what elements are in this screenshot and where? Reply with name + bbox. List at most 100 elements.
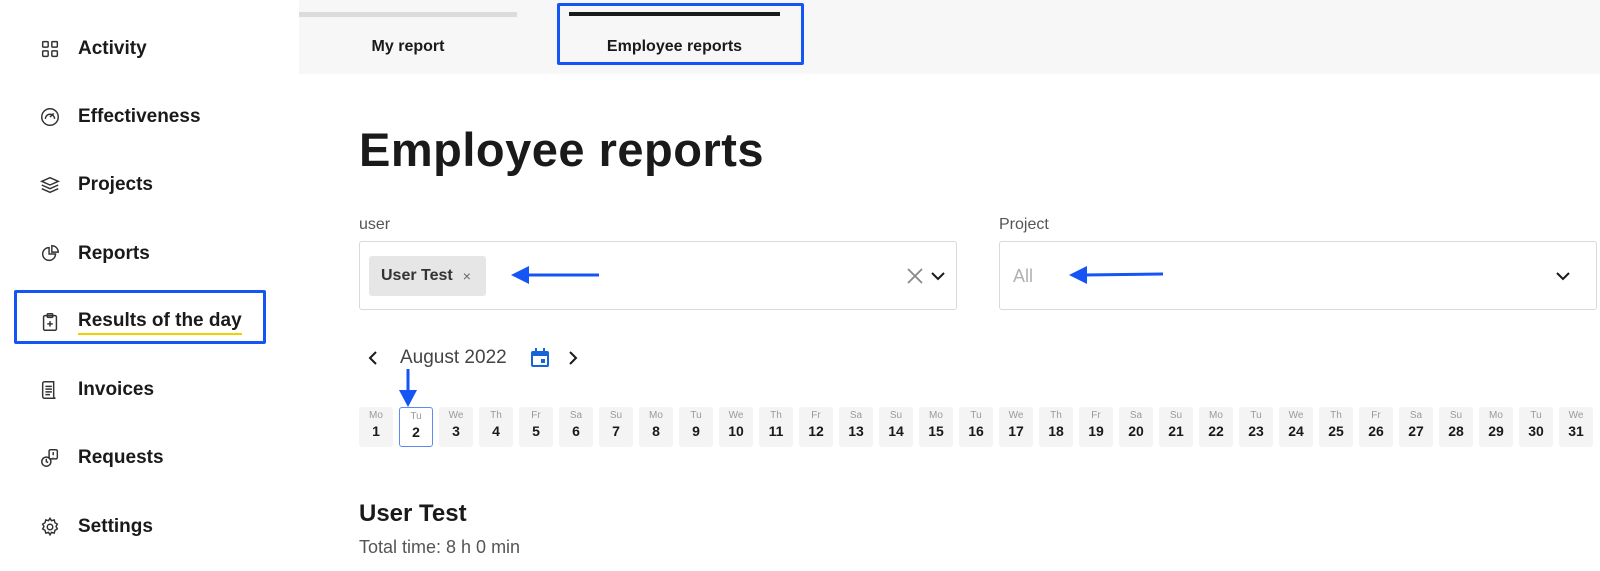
day-cell[interactable]: Th 11 xyxy=(759,407,793,447)
weekday-label: Mo xyxy=(929,410,943,421)
day-cell[interactable]: Fr 5 xyxy=(519,407,553,447)
gear-icon xyxy=(38,515,62,539)
day-cell[interactable]: Sa 13 xyxy=(839,407,873,447)
day-cell[interactable]: Th 25 xyxy=(1319,407,1353,447)
weekday-label: Fr xyxy=(1091,410,1101,421)
day-cell[interactable]: Sa 27 xyxy=(1399,407,1433,447)
day-cell[interactable]: Tu 30 xyxy=(1519,407,1553,447)
weekday-label: Su xyxy=(1169,410,1183,421)
day-cell[interactable]: Mo 15 xyxy=(919,407,953,447)
sidebar-item-label: Projects xyxy=(78,174,153,195)
day-number: 16 xyxy=(968,423,984,439)
receipt-icon xyxy=(38,378,62,402)
day-cell[interactable]: Mo 8 xyxy=(639,407,673,447)
day-cell[interactable]: Fr 12 xyxy=(799,407,833,447)
sidebar-item-label: Activity xyxy=(78,38,147,59)
day-number: 8 xyxy=(652,423,660,439)
weekday-label: Fr xyxy=(811,410,821,421)
day-number: 31 xyxy=(1568,423,1584,439)
sidebar-item-reports[interactable]: Reports xyxy=(38,234,150,274)
project-select[interactable]: All xyxy=(999,241,1597,310)
day-cell[interactable]: Fr 26 xyxy=(1359,407,1393,447)
user-chip: User Test × xyxy=(369,256,486,296)
weekday-label: Tu xyxy=(970,410,982,421)
day-number: 24 xyxy=(1288,423,1304,439)
day-cell[interactable]: Su 28 xyxy=(1439,407,1473,447)
day-number: 7 xyxy=(612,423,620,439)
day-cell[interactable]: Mo 29 xyxy=(1479,407,1513,447)
day-cell[interactable]: We 10 xyxy=(719,407,753,447)
weekday-label: We xyxy=(1288,410,1304,421)
chevron-down-icon[interactable] xyxy=(1555,268,1571,284)
day-cell[interactable]: Su 7 xyxy=(599,407,633,447)
day-number: 4 xyxy=(492,423,500,439)
day-cell[interactable]: Su 14 xyxy=(879,407,913,447)
chip-remove-icon[interactable]: × xyxy=(463,268,471,284)
weekday-label: Tu xyxy=(690,410,702,421)
report-user-name: User Test xyxy=(359,500,467,527)
day-number: 12 xyxy=(808,423,824,439)
day-cell[interactable]: We 3 xyxy=(439,407,473,447)
clipboard-icon xyxy=(38,310,62,334)
day-number: 17 xyxy=(1008,423,1024,439)
day-number: 1 xyxy=(372,423,380,439)
day-number: 14 xyxy=(888,423,904,439)
day-cell[interactable]: We 24 xyxy=(1279,407,1313,447)
day-cell[interactable]: Sa 20 xyxy=(1119,407,1153,447)
day-number: 18 xyxy=(1048,423,1064,439)
project-field-label: Project xyxy=(999,216,1049,233)
sidebar-item-activity[interactable]: Activity xyxy=(38,29,147,69)
day-cell[interactable]: We 31 xyxy=(1559,407,1593,447)
user-field-label: user xyxy=(359,216,391,233)
sidebar-item-results-of-the-day[interactable]: Results of the day xyxy=(38,302,242,342)
day-cell[interactable]: Tu 9 xyxy=(679,407,713,447)
tab-label: Employee reports xyxy=(606,38,743,55)
weekday-label: Su xyxy=(1449,410,1463,421)
weekday-label: Th xyxy=(1050,410,1062,421)
day-cell[interactable]: Su 21 xyxy=(1159,407,1193,447)
weekday-label: Su xyxy=(609,410,623,421)
prev-month-button[interactable] xyxy=(361,346,385,370)
sidebar-item-label: Settings xyxy=(78,516,153,537)
calendar-button[interactable] xyxy=(528,346,552,370)
day-number: 13 xyxy=(848,423,864,439)
grid-icon xyxy=(38,37,62,61)
day-cell[interactable]: Tu 2 xyxy=(399,407,433,447)
day-cell[interactable]: Mo 22 xyxy=(1199,407,1233,447)
day-cell[interactable]: Th 18 xyxy=(1039,407,1073,447)
next-month-button[interactable] xyxy=(561,346,585,370)
day-number: 19 xyxy=(1088,423,1104,439)
chevron-down-icon[interactable] xyxy=(930,268,946,284)
day-number: 15 xyxy=(928,423,944,439)
sidebar-item-invoices[interactable]: Invoices xyxy=(38,370,154,410)
sidebar-item-projects[interactable]: Projects xyxy=(38,165,153,205)
day-number: 30 xyxy=(1528,423,1544,439)
weekday-label: Tu xyxy=(1250,410,1262,421)
day-cell[interactable]: Sa 6 xyxy=(559,407,593,447)
tab-label: My report xyxy=(371,38,445,55)
weekday-label: Fr xyxy=(531,410,541,421)
tab-my-report[interactable]: My report xyxy=(299,0,517,74)
gauge-icon xyxy=(38,105,62,129)
calendar-icon xyxy=(531,348,549,367)
day-cell[interactable]: Mo 1 xyxy=(359,407,393,447)
sidebar-item-requests[interactable]: Requests xyxy=(38,438,164,478)
weekday-label: Sa xyxy=(1409,410,1423,421)
day-cell[interactable]: Tu 23 xyxy=(1239,407,1273,447)
day-number: 3 xyxy=(452,423,460,439)
day-cell[interactable]: Fr 19 xyxy=(1079,407,1113,447)
day-number: 29 xyxy=(1488,423,1504,439)
day-cell[interactable]: Th 4 xyxy=(479,407,513,447)
day-cell[interactable]: Tu 16 xyxy=(959,407,993,447)
weekday-label: Tu xyxy=(410,411,422,422)
weekday-label: Sa xyxy=(569,410,583,421)
user-select[interactable]: User Test × xyxy=(359,241,957,310)
weekday-label: Mo xyxy=(369,410,383,421)
clear-icon[interactable] xyxy=(906,267,924,285)
sidebar-item-settings[interactable]: Settings xyxy=(38,507,153,547)
sidebar-item-effectiveness[interactable]: Effectiveness xyxy=(38,97,201,137)
day-cell[interactable]: We 17 xyxy=(999,407,1033,447)
tab-indicator xyxy=(299,12,517,17)
sidebar-item-label: Invoices xyxy=(78,379,155,400)
tab-employee-reports[interactable]: Employee reports xyxy=(557,0,792,74)
